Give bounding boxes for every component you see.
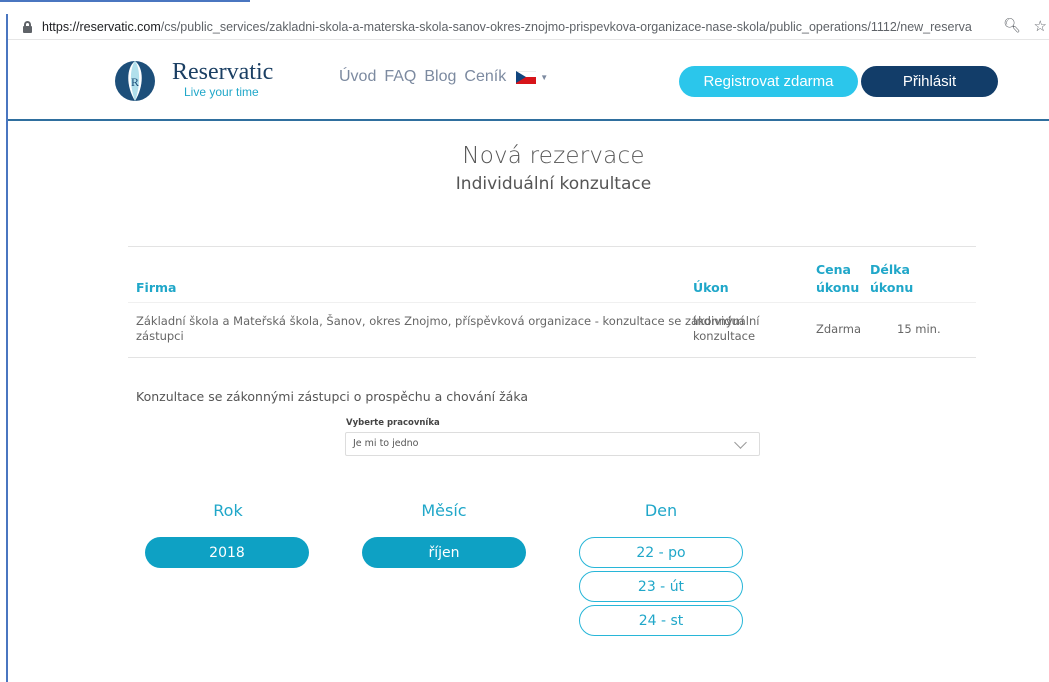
day-button[interactable]: 24 - st (579, 605, 743, 636)
day-label: Den (644, 501, 678, 520)
site-header: R Reservatic Live your time Úvod FAQ Blo… (8, 41, 1049, 121)
worker-select-label: Vyberte pracovníka (346, 418, 440, 428)
nav-item-faq[interactable]: FAQ (384, 68, 416, 86)
day-button[interactable]: 23 - út (579, 571, 743, 602)
page-title: Nová rezervace (462, 143, 645, 169)
table-header-firma: Firma (136, 280, 177, 295)
table-cell-ukon-line2: konzultace (693, 329, 756, 343)
worker-select-value: Je mi to jedno (353, 438, 419, 449)
logo-icon[interactable]: R (114, 56, 156, 106)
url-text[interactable]: https://reservatic.com/cs/public_service… (42, 20, 972, 34)
table-header-delka: Délka úkonu (870, 261, 913, 297)
language-dropdown-icon[interactable]: ▼ (540, 73, 548, 82)
table-cell-cena: Zdarma (816, 322, 862, 336)
login-button[interactable]: Přihlásit (861, 66, 998, 97)
table-cell-ukon-line1: Individuální (693, 314, 760, 328)
logo-tagline: Live your time (184, 85, 259, 99)
service-description: Konzultace se zákonnými zástupci o prosp… (136, 389, 529, 404)
table-header-divider (128, 302, 976, 303)
url-path: /cs/public_services/zakladni-skola-a-mat… (160, 19, 972, 34)
nav-item-blog[interactable]: Blog (424, 68, 456, 86)
table-top-divider (128, 246, 976, 247)
page-subtitle: Individuální konzultace (455, 174, 652, 194)
table-header-cena-line2: úkonu (816, 280, 860, 295)
table-header-cena: Cena úkonu (816, 261, 859, 297)
nav-item-uvod[interactable]: Úvod (339, 68, 376, 86)
logo-text[interactable]: Reservatic Live your time (172, 59, 273, 99)
main-nav: Úvod FAQ Blog Ceník ▼ (339, 68, 548, 86)
bookmark-star-icon[interactable]: ☆ (1034, 17, 1047, 35)
table-header-ukon: Úkon (693, 280, 729, 295)
chevron-down-icon (734, 436, 747, 449)
lock-icon (20, 19, 36, 35)
table-cell-firma-line2: zástupci (136, 329, 184, 343)
table-cell-delka: 15 min. (897, 322, 941, 336)
day-button[interactable]: 22 - po (579, 537, 743, 568)
table-bottom-divider (128, 357, 976, 358)
table-header-delka-line1: Délka (870, 262, 910, 277)
table-cell-firma: Základní škola a Mateřská škola, Šanov, … (136, 314, 744, 344)
window-top-edge (0, 0, 1049, 6)
czech-flag-icon[interactable] (516, 70, 537, 84)
url-host: https://reservatic.com (42, 19, 161, 34)
table-cell-ukon: Individuální konzultace (693, 314, 760, 344)
address-bar[interactable]: https://reservatic.com/cs/public_service… (8, 14, 1049, 40)
zoom-icon[interactable]: 🔍︎ (1003, 18, 1021, 34)
month-button[interactable]: říjen (362, 537, 526, 568)
table-header-cena-line1: Cena (816, 262, 851, 277)
table-cell-firma-line1: Základní škola a Mateřská škola, Šanov, … (136, 314, 744, 328)
month-label: Měsíc (421, 501, 467, 520)
table-header-delka-line2: úkonu (870, 280, 914, 295)
year-button[interactable]: 2018 (145, 537, 309, 568)
worker-select[interactable]: Je mi to jedno (345, 432, 760, 456)
year-label: Rok (213, 501, 243, 520)
nav-item-cenik[interactable]: Ceník (464, 68, 506, 86)
register-button[interactable]: Registrovat zdarma (679, 66, 858, 97)
svg-text:R: R (131, 75, 139, 89)
logo-name: Reservatic (172, 59, 274, 85)
